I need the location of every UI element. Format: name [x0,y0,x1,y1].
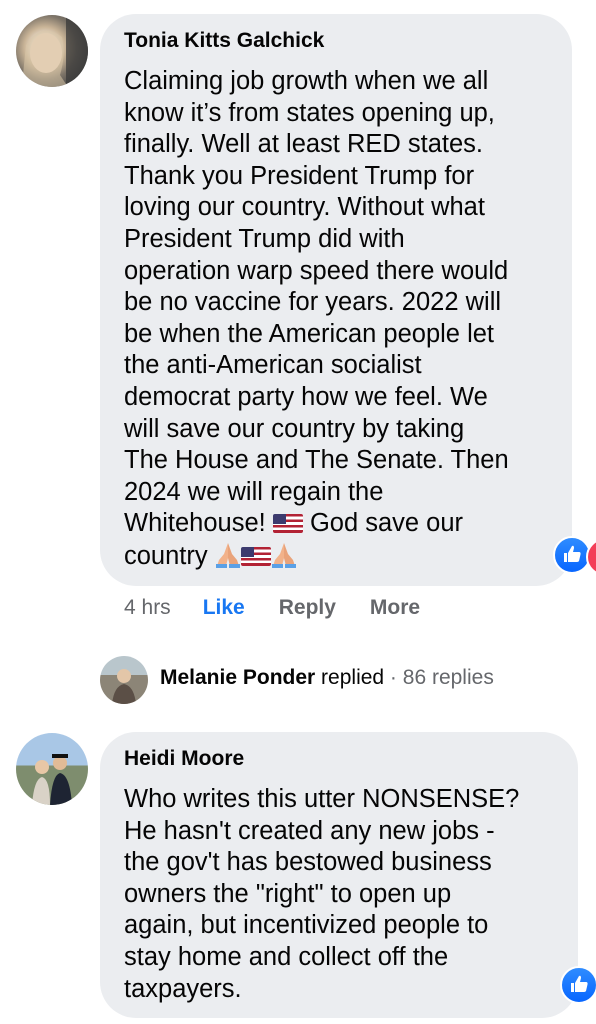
comment-text-last: country [124,541,208,570]
more-button[interactable]: More [370,596,420,620]
like-reaction-icon[interactable] [560,966,596,1004]
avatar[interactable] [16,15,88,87]
comment-text-continued: God save our [309,509,464,538]
reply-avatar[interactable] [100,656,148,704]
comment-author[interactable]: Heidi Moore [124,746,558,772]
comment-actions: 4 hrs Like Reply More [124,596,454,620]
avatar-photo [32,754,72,805]
comment-text: Who writes this utter NONSENSE? He hasn'… [124,785,520,1003]
avatar-photo [112,669,136,704]
reply-verb: replied [321,666,385,689]
reply-author[interactable]: Melanie Ponder [160,666,315,689]
comment-text-main: Claiming job growth when we all know it’… [124,67,509,538]
comment-timestamp[interactable]: 4 hrs [124,596,171,620]
flag-us-icon [240,546,271,566]
reply-count[interactable]: 86 replies [403,666,494,689]
comment-text: Claiming job growth when we all know it’… [124,66,552,573]
comment-bubble: Heidi Moore Who writes this utter NONSEN… [100,732,578,1018]
flag-us-icon [272,514,303,534]
folded-hands-icon [271,542,296,568]
avatar[interactable] [16,733,88,805]
comment-bubble: Tonia Kitts Galchick Claiming job growth… [100,14,572,586]
comment-author[interactable]: Tonia Kitts Galchick [124,28,552,54]
avatar-photo [22,15,88,87]
replies-summary[interactable]: Melanie Ponder replied · 86 replies [160,666,494,690]
folded-hands-icon [215,542,240,568]
reply-separator: · [384,666,403,689]
like-button[interactable]: Like [203,596,245,620]
reply-button[interactable]: Reply [279,596,336,620]
